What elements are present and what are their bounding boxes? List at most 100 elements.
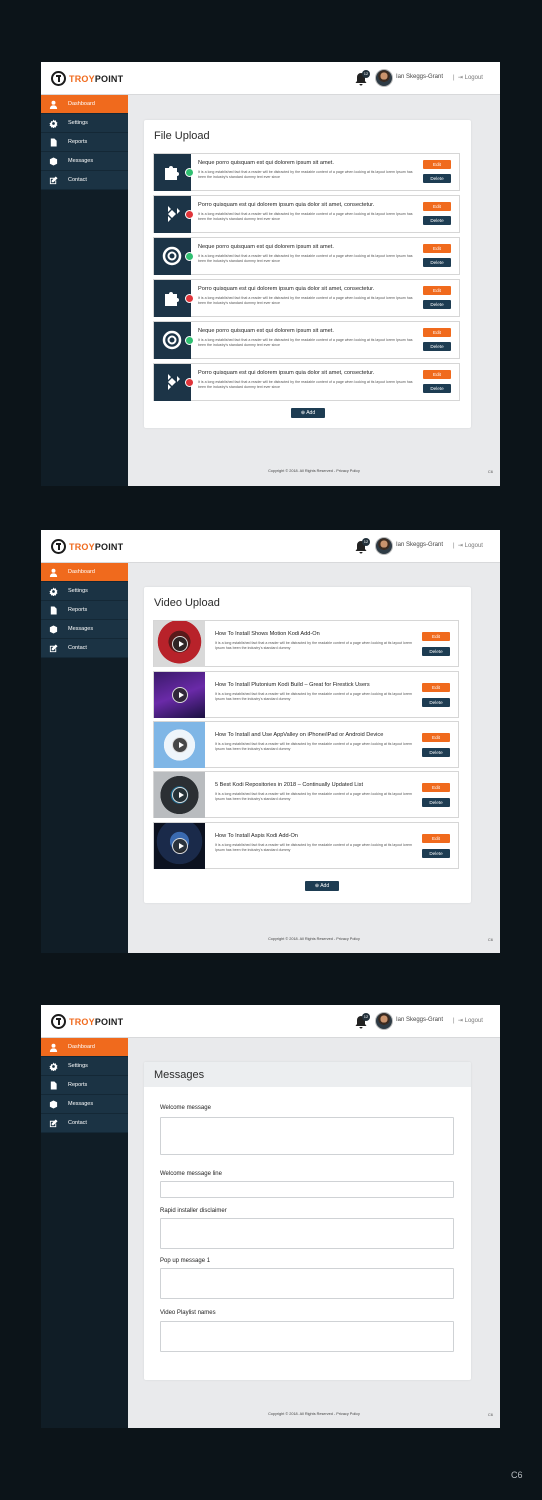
cube-icon [49,1099,58,1109]
header-separator: | [453,1018,455,1024]
sidebar-item-settings[interactable]: Settings [41,114,128,133]
delete-button[interactable]: Delete [422,698,450,707]
header-separator: | [453,75,455,81]
edit-button[interactable]: Edit [423,244,451,253]
avatar[interactable] [375,1012,393,1030]
edit-button[interactable]: Edit [422,834,450,843]
video-thumbnail[interactable] [154,722,205,768]
user-name[interactable]: Ian Skeggs-Grant [396,1017,443,1023]
delete-button[interactable]: Delete [422,798,450,807]
file-upload-card: File Upload Neque porro quisquam est qui… [144,120,471,428]
sidebar-item-settings[interactable]: Settings [41,582,128,601]
play-icon[interactable] [172,787,188,803]
sidebar-item-contact[interactable]: Contact [41,639,128,658]
delete-button[interactable]: Delete [423,342,451,351]
delete-button[interactable]: Delete [422,748,450,757]
play-icon[interactable] [172,636,188,652]
delete-button[interactable]: Delete [423,258,451,267]
delete-button[interactable]: Delete [422,849,450,858]
troypoint-logo[interactable]: TROY POINT [51,538,123,555]
card-header: Messages [144,1062,471,1087]
sidebar-item-label: Dashboard [68,1044,95,1050]
list-item: Porro quisquam est qui dolorem ipsum qui… [153,363,460,401]
sidebar-item-contact[interactable]: Contact [41,171,128,190]
play-icon[interactable] [172,838,188,854]
cube-icon [49,624,58,634]
sidebar-item-reports[interactable]: Reports [41,133,128,152]
logout-link[interactable]: | ⇥ Logout [453,74,483,81]
user-name[interactable]: Ian Skeggs-Grant [396,542,443,548]
delete-button[interactable]: Delete [423,300,451,309]
item-description: It is a long established fact that a rea… [198,338,413,347]
item-title: Porro quisquam est qui dolorem ipsum qui… [198,286,375,292]
logout-link[interactable]: | ⇥ Logout [453,542,483,549]
sidebar-item-messages[interactable]: Messages [41,620,128,639]
play-icon[interactable] [172,687,188,703]
play-icon[interactable] [172,737,188,753]
edit-button[interactable]: Edit [423,202,451,211]
delete-button[interactable]: Delete [422,647,450,656]
video-thumbnail[interactable] [154,772,205,818]
item-title: Neque porro quisquam est qui dolorem ips… [198,328,334,334]
add-button[interactable]: ⊕ Add [305,881,339,891]
rapid-installer-disclaimer-field[interactable] [160,1218,454,1249]
delete-button[interactable]: Delete [423,384,451,393]
logout-icon: ⇥ [457,543,463,549]
avatar[interactable] [375,537,393,555]
delete-button[interactable]: Delete [423,216,451,225]
gear-icon [49,1061,58,1071]
troypoint-logo[interactable]: TROY POINT [51,70,123,87]
gear-icon [49,586,58,596]
user-name[interactable]: Ian Skeggs-Grant [396,74,443,80]
sidebar-item-dashboard[interactable]: Dashboard [41,1038,128,1057]
edit-icon [49,1118,58,1127]
sidebar-item-reports[interactable]: Reports [41,1076,128,1095]
logout-link[interactable]: | ⇥ Logout [453,1017,483,1024]
avatar[interactable] [375,69,393,87]
corner-mark: C6 [511,1470,523,1480]
edit-button[interactable]: Edit [422,733,450,742]
edit-button[interactable]: Edit [423,328,451,337]
notification-badge: 12 [362,1013,370,1021]
sidebar-item-dashboard[interactable]: Dashboard [41,563,128,582]
delete-button[interactable]: Delete [423,174,451,183]
footer-mark: C6 [487,469,493,474]
edit-button[interactable]: Edit [422,683,450,692]
logo-text-troy: TROY [69,1016,95,1027]
footer-mark: C6 [487,1412,493,1417]
item-title: 5 Best Kodi Repositories in 2018 – Conti… [215,782,364,788]
sidebar-item-contact[interactable]: Contact [41,1114,128,1133]
item-description: It is a long established fact that a rea… [215,742,412,751]
video-thumbnail[interactable] [154,672,205,718]
lifebuoy-icon [162,330,182,350]
sidebar-item-dashboard[interactable]: Dashboard [41,95,128,114]
item-title: How To Install Plutonium Kodi Build – Gr… [215,682,370,688]
logo-text-point: POINT [94,541,124,552]
welcome-message-field[interactable] [160,1117,454,1155]
item-description: It is a long established fact that a rea… [198,380,413,389]
edit-button[interactable]: Edit [423,370,451,379]
video-thumbnail[interactable] [154,621,205,667]
document-icon [50,1080,57,1090]
sidebar-item-messages[interactable]: Messages [41,1095,128,1114]
edit-button[interactable]: Edit [422,783,450,792]
edit-button[interactable]: Edit [423,286,451,295]
cube-icon [49,156,58,166]
welcome-message-line-field[interactable] [160,1181,454,1198]
item-description: It is a long established fact that a rea… [198,170,413,179]
edit-button[interactable]: Edit [423,160,451,169]
sidebar-item-messages[interactable]: Messages [41,152,128,171]
troypoint-logo[interactable]: TROY POINT [51,1013,123,1030]
item-description: It is a long established fact that a rea… [198,212,413,221]
top-bar: TROY POINT 12 Ian Skeggs-Grant | ⇥ Logout [41,530,500,563]
list-item: Neque porro quisquam est qui dolorem ips… [153,237,460,275]
status-error-icon [185,210,194,219]
add-button[interactable]: ⊕ Add [291,408,325,418]
sidebar-item-reports[interactable]: Reports [41,601,128,620]
edit-button[interactable]: Edit [422,632,450,641]
sidebar-item-settings[interactable]: Settings [41,1057,128,1076]
pop-up-message-1-field[interactable] [160,1268,454,1299]
video-playlist-names-field[interactable] [160,1321,454,1352]
video-thumbnail[interactable] [154,823,205,869]
item-description: It is a long established fact that a rea… [215,641,412,650]
